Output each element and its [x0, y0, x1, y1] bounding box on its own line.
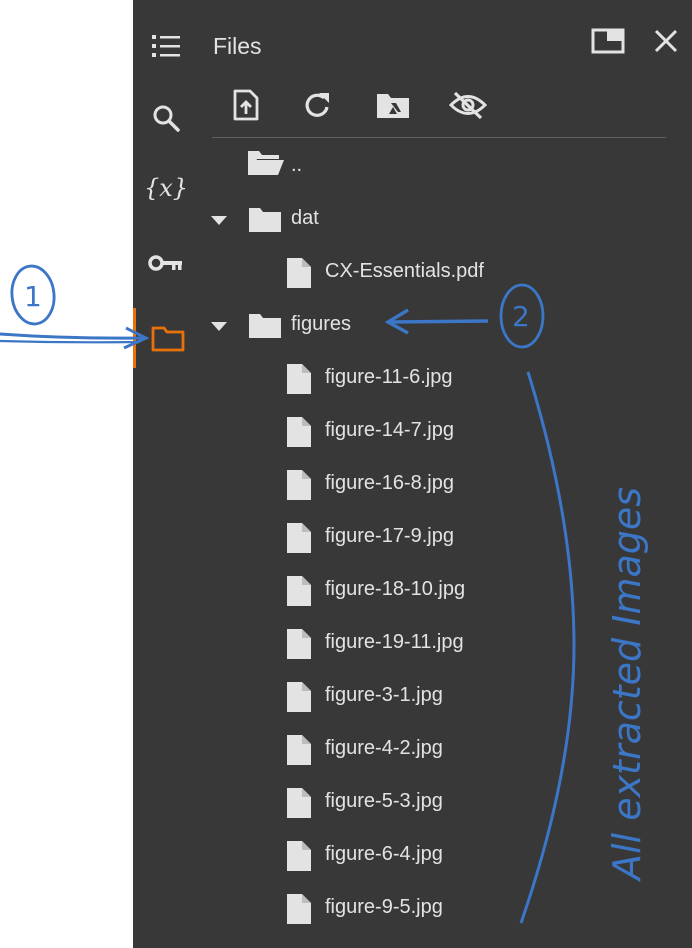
open-in-tab-button[interactable] [588, 24, 628, 58]
expand-caret-icon[interactable] [211, 216, 227, 225]
tree-item-label: figure-4-2.jpg [325, 737, 443, 759]
folder-icon [249, 314, 281, 338]
tree-file-row[interactable]: figure-5-3.jpg [199, 783, 659, 823]
file-icon [287, 523, 311, 553]
tree-file-row[interactable]: figure-9-5.jpg [199, 889, 659, 929]
file-icon [287, 894, 311, 924]
svg-text:1: 1 [24, 280, 42, 313]
panel-title: Files [213, 33, 262, 59]
tree-item-label: figure-14-7.jpg [325, 419, 454, 441]
tree-item-label: figure-9-5.jpg [325, 896, 443, 918]
tree-file-row[interactable]: figure-6-4.jpg [199, 836, 659, 876]
tree-item-label: figure-19-11.jpg [325, 631, 464, 653]
tree-folder-row[interactable]: dat [199, 200, 659, 240]
annotation-arrow-1 [0, 326, 150, 350]
tree-file-row[interactable]: figure-17-9.jpg [199, 518, 659, 558]
upload-button[interactable] [224, 84, 268, 126]
file-icon [287, 629, 311, 659]
search-icon [153, 105, 180, 132]
files-panel: {x} Files .. dat CX-Essentials.pdf figur… [133, 0, 692, 948]
variables-button[interactable]: {x} [133, 162, 199, 214]
folder-icon [249, 208, 281, 232]
folder-icon [151, 326, 184, 352]
mount-drive-icon [377, 94, 409, 118]
secrets-key-icon [148, 255, 182, 271]
tree-item-label: figure-17-9.jpg [325, 525, 454, 547]
tree-item-label: figure-16-8.jpg [325, 472, 454, 494]
tree-item-label: dat [291, 207, 319, 229]
file-icon [287, 364, 311, 394]
file-icon [287, 788, 311, 818]
file-icon [287, 576, 311, 606]
tree-item-label: CX-Essentials.pdf [325, 260, 484, 282]
tree-file-row[interactable]: figure-19-11.jpg [199, 624, 659, 664]
tree-item-label: figure-5-3.jpg [325, 790, 443, 812]
tree-parent-row[interactable]: .. [199, 147, 659, 187]
expand-caret-icon[interactable] [211, 322, 227, 331]
file-icon [287, 470, 311, 500]
tree-item-label: figures [291, 313, 352, 335]
mount-drive-button[interactable] [371, 84, 415, 126]
tree-item-label: figure-18-10.jpg [325, 578, 466, 600]
open-folder-icon [248, 151, 284, 175]
tree-item-label: figure-11-6.jpg [325, 366, 453, 388]
tree-file-row[interactable]: figure-3-1.jpg [199, 677, 659, 717]
file-icon [287, 417, 311, 447]
toolbar-divider [212, 137, 666, 138]
tree-folder-row[interactable]: figures [199, 306, 659, 346]
file-icon [287, 682, 311, 712]
tree-file-row[interactable]: figure-16-8.jpg [199, 465, 659, 505]
tree-file-row[interactable]: CX-Essentials.pdf [199, 253, 659, 293]
search-button[interactable] [133, 92, 199, 144]
table-of-contents-button[interactable] [133, 20, 199, 72]
tree-file-row[interactable]: figure-11-6.jpg [199, 359, 659, 399]
open-in-tab-icon [591, 28, 625, 54]
file-icon [287, 258, 311, 288]
annotation-marker-1: 1 [10, 264, 56, 326]
close-icon [654, 29, 678, 53]
side-rail: {x} [133, 0, 199, 948]
secrets-button[interactable] [133, 237, 199, 289]
tree-file-row[interactable]: figure-14-7.jpg [199, 412, 659, 452]
variables-icon: {x} [143, 174, 189, 202]
tree-item-label: figure-6-4.jpg [325, 843, 443, 865]
tree-item-label: figure-3-1.jpg [325, 684, 443, 706]
hide-hidden-files-icon [449, 91, 487, 120]
close-button[interactable] [646, 24, 686, 58]
file-icon [287, 841, 311, 871]
file-icon [287, 735, 311, 765]
tree-file-row[interactable]: figure-18-10.jpg [199, 571, 659, 611]
refresh-button[interactable] [296, 84, 340, 126]
tree-file-row[interactable]: figure-4-2.jpg [199, 730, 659, 770]
toggle-hidden-files-button[interactable] [446, 84, 490, 126]
tree-parent-label: .. [291, 154, 303, 176]
table-of-contents-icon [152, 35, 180, 57]
upload-file-icon [233, 89, 259, 121]
files-button[interactable] [133, 308, 199, 368]
refresh-icon [305, 93, 329, 117]
